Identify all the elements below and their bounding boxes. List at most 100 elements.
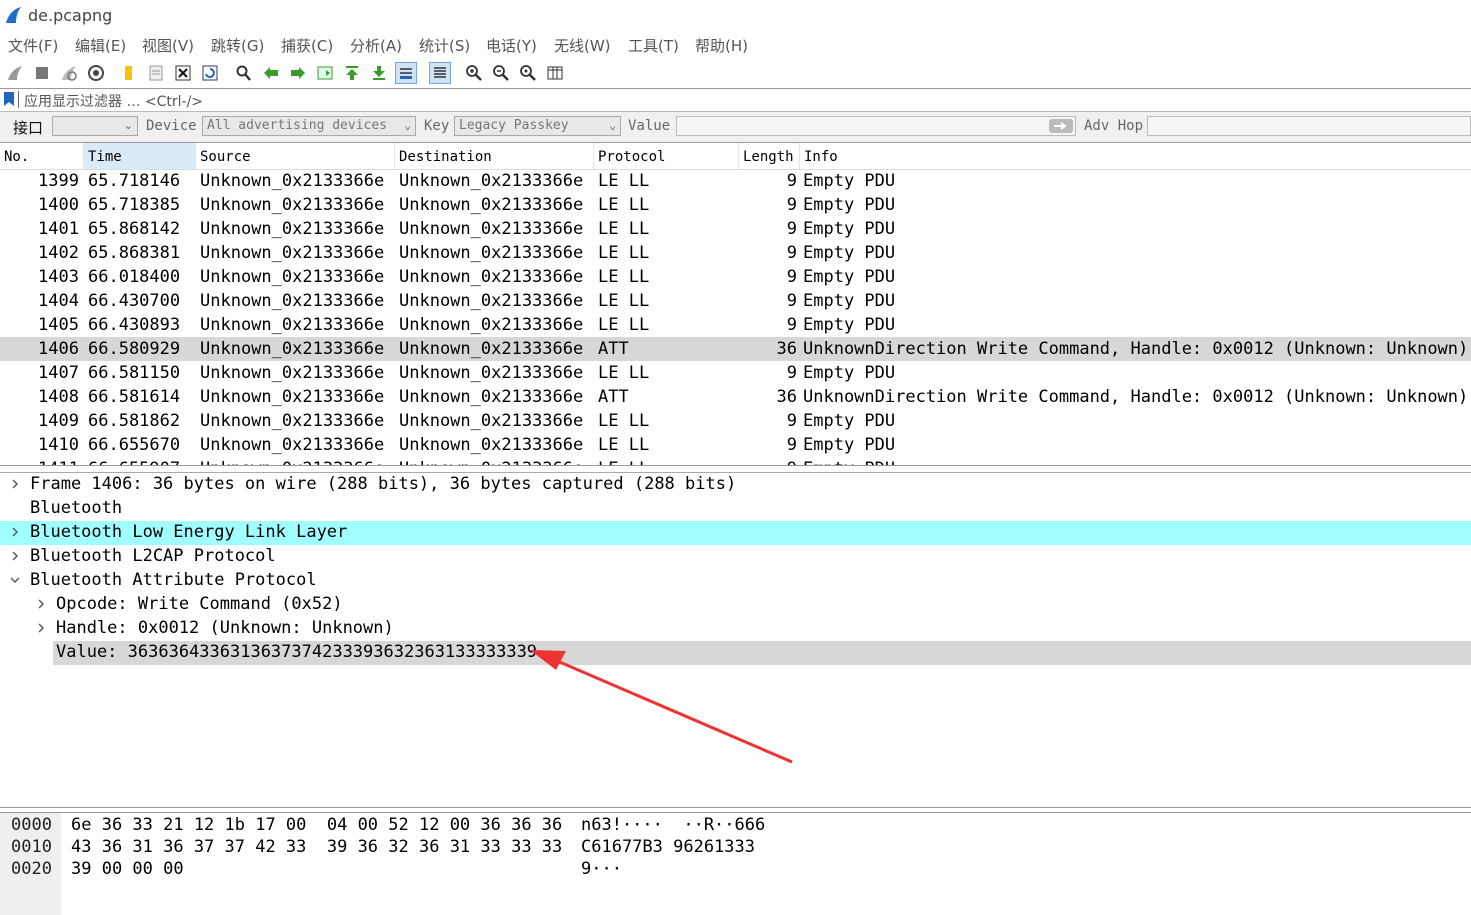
zoom-out-icon[interactable] — [490, 62, 512, 84]
go-to-packet-icon[interactable] — [314, 62, 336, 84]
key-select-value: Legacy Passkey — [459, 118, 569, 133]
hex-row[interactable]: 0020 39 00 00 00 9··· — [0, 859, 1471, 881]
chevron-right-icon[interactable] — [36, 621, 46, 635]
packet-dst: Unknown_0x2133366e — [399, 219, 584, 239]
go-back-icon[interactable] — [260, 62, 282, 84]
menu-wireless[interactable]: 无线(W) — [554, 35, 611, 56]
column-protocol[interactable]: Protocol — [594, 143, 739, 169]
restart-capture-icon[interactable] — [58, 62, 80, 84]
chevron-right-icon[interactable] — [10, 525, 20, 539]
device-select[interactable]: All advertising devices ⌄ — [202, 116, 416, 136]
packet-row[interactable]: 1400 65.718385 Unknown_0x2133366e Unknown_0… — [0, 193, 1471, 217]
column-no[interactable]: No. — [0, 143, 84, 169]
packet-row[interactable]: 1401 65.868142 Unknown_0x2133366e Unknown_0… — [0, 217, 1471, 241]
packet-row[interactable]: 1404 66.430700 Unknown_0x2133366e Unknown_0… — [0, 289, 1471, 313]
packet-row[interactable]: 1405 66.430893 Unknown_0x2133366e Unknown_0… — [0, 313, 1471, 337]
packet-info: Empty PDU — [803, 411, 896, 431]
packet-proto: LE LL — [598, 243, 650, 263]
save-file-icon[interactable] — [145, 62, 167, 84]
apply-arrow-icon[interactable] — [1049, 118, 1073, 134]
menu-edit[interactable]: 编辑(E) — [75, 35, 126, 56]
main-toolbar — [0, 59, 1471, 87]
packet-dst: Unknown_0x2133366e — [399, 171, 584, 191]
menu-tools[interactable]: 工具(T) — [628, 35, 679, 56]
find-packet-icon[interactable] — [233, 62, 255, 84]
reload-file-icon[interactable] — [199, 62, 221, 84]
packet-len: 9 — [786, 195, 797, 215]
packet-row[interactable]: 1411 66.655907 Unknown_0x2133366e Unknown_0… — [0, 457, 1471, 465]
packet-no: 1401 — [38, 219, 79, 239]
packet-dst: Unknown_0x2133366e — [399, 363, 584, 383]
menu-statistics[interactable]: 统计(S) — [419, 35, 470, 56]
packet-src: Unknown_0x2133366e — [200, 435, 385, 455]
capture-options-icon[interactable] — [85, 62, 107, 84]
hex-offset: 0020 — [11, 859, 52, 879]
packet-len: 9 — [786, 243, 797, 263]
colorize-icon[interactable] — [429, 62, 451, 84]
packet-no: 1410 — [38, 435, 79, 455]
menu-analyze[interactable]: 分析(A) — [350, 35, 402, 56]
packet-row[interactable]: 1410 66.655670 Unknown_0x2133366e Unknown_0… — [0, 433, 1471, 457]
detail-row[interactable]: Frame 1406: 36 bytes on wire (288 bits),… — [0, 473, 1471, 497]
hex-row[interactable]: 0000 6e 36 33 21 12 1b 17 00 04 00 52 12 … — [0, 815, 1471, 837]
detail-row[interactable]: Bluetooth Attribute Protocol — [0, 569, 1471, 593]
menu-capture[interactable]: 捕获(C) — [281, 35, 333, 56]
packet-dst: Unknown_0x2133366e — [399, 411, 584, 431]
chevron-right-icon[interactable] — [10, 549, 20, 563]
zoom-in-icon[interactable] — [463, 62, 485, 84]
packet-src: Unknown_0x2133366e — [200, 195, 385, 215]
packet-row[interactable]: 1403 66.018400 Unknown_0x2133366e Unknown_0… — [0, 265, 1471, 289]
packet-row[interactable]: 1406 66.580929 Unknown_0x2133366e Unknown_0… — [0, 337, 1471, 361]
detail-row[interactable]: Handle: 0x0012 (Unknown: Unknown) — [0, 617, 1471, 641]
detail-text: Handle: 0x0012 (Unknown: Unknown) — [56, 618, 394, 638]
detail-text: Bluetooth L2CAP Protocol — [30, 546, 276, 566]
column-info[interactable]: Info — [800, 143, 1471, 169]
interface-select[interactable]: ⌄ — [52, 116, 138, 136]
chevron-right-icon[interactable] — [10, 477, 20, 491]
resize-columns-icon[interactable] — [544, 62, 566, 84]
packet-row[interactable]: 1399 65.718146 Unknown_0x2133366e Unknown_0… — [0, 169, 1471, 193]
menu-file[interactable]: 文件(F) — [8, 35, 58, 56]
chevron-down-icon[interactable] — [10, 573, 20, 587]
detail-row[interactable]: Bluetooth — [0, 497, 1471, 521]
menu-view[interactable]: 视图(V) — [142, 35, 194, 56]
packet-proto: LE LL — [598, 219, 650, 239]
menu-telephony[interactable]: 电话(Y) — [486, 35, 537, 56]
column-length[interactable]: Length — [739, 143, 800, 169]
stop-capture-icon[interactable] — [31, 62, 53, 84]
chevron-right-icon[interactable] — [36, 597, 46, 611]
filter-caret — [18, 91, 19, 108]
packet-row[interactable]: 1408 66.581614 Unknown_0x2133366e Unknown_0… — [0, 385, 1471, 409]
menu-help[interactable]: 帮助(H) — [695, 35, 748, 56]
bookmark-icon[interactable] — [4, 92, 14, 106]
packet-row[interactable]: 1407 66.581150 Unknown_0x2133366e Unknown_0… — [0, 361, 1471, 385]
menu-go[interactable]: 跳转(G) — [211, 35, 264, 56]
packet-proto: ATT — [598, 339, 629, 359]
last-packet-icon[interactable] — [368, 62, 390, 84]
zoom-reset-icon[interactable] — [517, 62, 539, 84]
packet-src: Unknown_0x2133366e — [200, 243, 385, 263]
packet-info: Empty PDU — [803, 315, 896, 335]
detail-row[interactable]: Bluetooth L2CAP Protocol — [0, 545, 1471, 569]
go-forward-icon[interactable] — [287, 62, 309, 84]
detail-row[interactable]: Value: 363636433631363737423339363236313… — [0, 641, 1471, 665]
value-input[interactable] — [676, 116, 1076, 136]
detail-row[interactable]: Bluetooth Low Energy Link Layer — [0, 521, 1471, 545]
open-file-icon[interactable] — [118, 62, 140, 84]
close-file-icon[interactable] — [172, 62, 194, 84]
auto-scroll-icon[interactable] — [395, 62, 417, 84]
hex-row[interactable]: 0010 43 36 31 36 37 37 42 33 39 36 32 36 … — [0, 837, 1471, 859]
packet-src: Unknown_0x2133366e — [200, 459, 384, 465]
packet-row[interactable]: 1409 66.581862 Unknown_0x2133366e Unknown_0… — [0, 409, 1471, 433]
key-select[interactable]: Legacy Passkey ⌄ — [454, 116, 621, 136]
detail-row[interactable]: Opcode: Write Command (0x52) — [0, 593, 1471, 617]
column-destination[interactable]: Destination — [395, 143, 594, 169]
display-filter-input[interactable]: 应用显示过滤器 … <Ctrl-/> — [24, 91, 203, 111]
first-packet-icon[interactable] — [341, 62, 363, 84]
adv-hop-input[interactable] — [1147, 116, 1471, 136]
packet-row[interactable]: 1402 65.868381 Unknown_0x2133366e Unknown_0… — [0, 241, 1471, 265]
start-capture-icon[interactable] — [4, 62, 26, 84]
packet-proto: LE LL — [598, 267, 650, 287]
column-source[interactable]: Source — [196, 143, 395, 169]
column-time[interactable]: Time — [84, 143, 196, 169]
